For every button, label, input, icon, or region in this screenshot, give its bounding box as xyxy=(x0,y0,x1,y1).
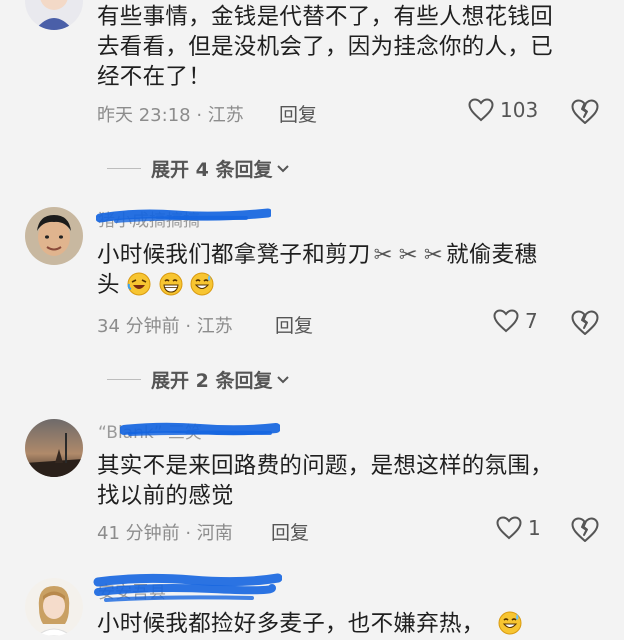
comment-time-location: 昨天 23:18 · 江苏 xyxy=(97,105,244,126)
comment-line: 有些事情，金钱是代替不了，有些人想花钱回 xyxy=(97,4,554,30)
comment-text: 其实不是来回路费的问题，是想这样的氛围， 找以前的感觉 xyxy=(97,451,607,511)
broken-heart-icon xyxy=(571,310,599,335)
comment-text: 小时候我们都拿凳子和剪刀 ✂ ✂ ✂ 就偷麦穗 头 xyxy=(97,240,617,300)
dislike-button[interactable] xyxy=(571,517,599,543)
avatar[interactable] xyxy=(25,207,83,265)
reply-button[interactable]: 回复 xyxy=(275,311,313,338)
scissors-icon: ✂ xyxy=(423,242,444,268)
chevron-down-icon xyxy=(277,375,290,383)
expand-replies-button[interactable]: 展开 2 条回复 xyxy=(107,366,290,393)
comment-time-location: 34 分钟前 · 江苏 xyxy=(97,316,233,337)
reply-button[interactable]: 回复 xyxy=(271,518,309,545)
like-button[interactable]: 7 xyxy=(493,309,538,333)
comment-time-location: 41 分钟前 · 河南 xyxy=(97,523,233,544)
avatar[interactable] xyxy=(25,419,83,477)
comment-line: 经不在了！ xyxy=(97,64,212,90)
dislike-button[interactable] xyxy=(571,99,599,125)
like-button[interactable]: 103 xyxy=(468,98,538,122)
dislike-button[interactable] xyxy=(571,310,599,336)
comment-segment: 小时候我们都拿凳子和剪刀 xyxy=(97,242,371,268)
avatar[interactable] xyxy=(25,0,83,30)
laughing-emoji-icon xyxy=(127,272,151,296)
like-count: 1 xyxy=(528,516,541,540)
divider-line xyxy=(107,379,141,380)
comment-text: 有些事情，金钱是代替不了，有些人想花钱回 去看看，但是没机会了，因为挂念你的人，… xyxy=(97,2,607,92)
comment-segment: 小时候我都捡好多麦子，也不嫌弃热， xyxy=(97,611,485,637)
broken-heart-icon xyxy=(571,517,599,542)
comment-line: 小时候我都捡好多麦子，也不嫌弃热， xyxy=(97,609,617,639)
comment-line: 找以前的感觉 xyxy=(97,483,234,509)
sweat-emoji-icon xyxy=(498,611,522,635)
sweat-emoji-icon xyxy=(190,272,214,296)
avatar[interactable] xyxy=(25,578,83,636)
reply-button[interactable]: 回复 xyxy=(279,100,317,127)
comment-line: 去看看，但是没机会了，因为挂念你的人，已 xyxy=(97,34,554,60)
comment-line: 小时候我们都拿凳子和剪刀 ✂ ✂ ✂ 就偷麦穗 xyxy=(97,240,617,270)
comments-feed: 有些事情，金钱是代替不了，有些人想花钱回 去看看，但是没机会了，因为挂念你的人，… xyxy=(0,0,624,640)
expand-replies-button[interactable]: 展开 4 条回复 xyxy=(107,155,290,182)
like-button[interactable]: 1 xyxy=(496,516,541,540)
username-redaction xyxy=(120,422,280,436)
comment-line: 头 xyxy=(97,270,617,300)
scissors-icon: ✂ xyxy=(398,242,418,268)
username-redaction xyxy=(93,573,282,602)
heart-outline-icon xyxy=(468,98,494,122)
comment-text: 小时候我都捡好多麦子，也不嫌弃热， xyxy=(97,609,617,639)
grinning-emoji-icon xyxy=(159,272,183,296)
comment-segment: 就偷麦穗 xyxy=(446,242,538,268)
divider-line xyxy=(107,168,141,169)
like-count: 7 xyxy=(525,309,538,333)
comment-segment: 头 xyxy=(97,272,120,298)
scissors-icon: ✂ xyxy=(373,242,393,268)
heart-outline-icon xyxy=(496,516,522,540)
expand-replies-label: 展开 2 条回复 xyxy=(151,370,273,392)
comment-line: 其实不是来回路费的问题，是想这样的氛围， xyxy=(97,453,554,479)
username-redaction xyxy=(96,208,271,223)
broken-heart-icon xyxy=(571,99,599,124)
chevron-down-icon xyxy=(277,164,290,172)
like-count: 103 xyxy=(500,98,539,122)
heart-outline-icon xyxy=(493,309,519,333)
expand-replies-label: 展开 4 条回复 xyxy=(151,159,273,181)
